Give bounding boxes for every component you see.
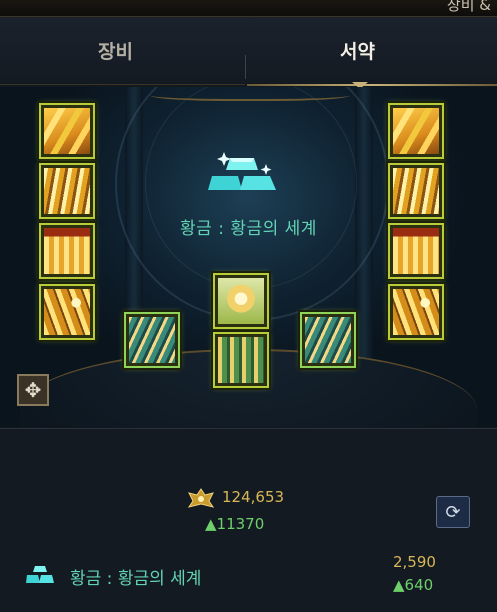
pledge-slot-right-2[interactable] bbox=[388, 163, 444, 219]
pledge-slot-right-4[interactable] bbox=[388, 284, 444, 340]
combat-power-value: 124,653 bbox=[222, 488, 285, 506]
feather-icon bbox=[393, 108, 439, 154]
teal-claw-icon bbox=[305, 317, 351, 363]
set-gold-bars-icon bbox=[26, 566, 54, 583]
stage-ornament bbox=[150, 87, 350, 101]
header-cut-title: 장비 & bbox=[446, 0, 491, 14]
teal-claw-icon bbox=[129, 317, 175, 363]
refresh-button[interactable]: ⟳ bbox=[436, 496, 470, 528]
pledge-slot-left-4[interactable] bbox=[39, 284, 95, 340]
tab-underline-inactive bbox=[0, 84, 245, 85]
refresh-icon: ⟳ bbox=[445, 501, 461, 523]
feather-icon bbox=[44, 108, 90, 154]
pledge-slot-right-1[interactable] bbox=[388, 103, 444, 159]
pledge-slot-left-1[interactable] bbox=[39, 103, 95, 159]
pledge-slot-bottom-right[interactable] bbox=[300, 312, 356, 368]
combat-power-delta: ▲11370 bbox=[205, 515, 265, 533]
set-value: 2,590 bbox=[393, 553, 436, 571]
tab-pledge[interactable]: 서약 bbox=[340, 37, 375, 64]
crown-icon bbox=[218, 278, 264, 324]
tab-underline-active bbox=[247, 84, 497, 86]
combat-power-icon bbox=[187, 488, 215, 508]
pledge-slot-left-2[interactable] bbox=[39, 163, 95, 219]
pledge-slot-center-top[interactable] bbox=[213, 273, 269, 329]
claw-icon bbox=[393, 168, 439, 214]
move-arrows-icon: ✥ bbox=[24, 378, 42, 402]
tab-divider bbox=[245, 55, 246, 79]
set-row-name: 황금 : 황금의 세계 bbox=[70, 569, 202, 589]
pledge-slot-center-bottom[interactable] bbox=[213, 332, 269, 388]
tab-equipment[interactable]: 장비 bbox=[98, 37, 133, 64]
set-value-delta: ▲640 bbox=[393, 576, 434, 594]
top-strip: 장비 & bbox=[0, 0, 497, 17]
claw-icon bbox=[44, 168, 90, 214]
green-gold-icon bbox=[218, 337, 264, 383]
blade-icon bbox=[393, 289, 439, 335]
blade-icon bbox=[44, 289, 90, 335]
expand-button[interactable]: ✥ bbox=[17, 374, 49, 406]
gold-bars-icon bbox=[208, 152, 276, 190]
set-name-title: 황금 : 황금의 세계 bbox=[180, 219, 317, 239]
pledge-slot-bottom-left[interactable] bbox=[124, 312, 180, 368]
tab-bar: 장비 서약 bbox=[0, 17, 497, 83]
